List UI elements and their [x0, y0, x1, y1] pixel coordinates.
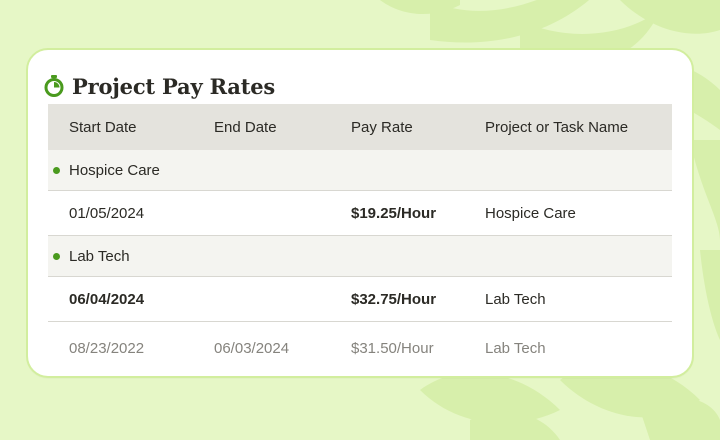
group-bullet-icon: [53, 166, 60, 174]
table-row[interactable]: 08/23/2022 06/03/2024 $31.50/Hour Lab Te…: [48, 322, 672, 374]
table-row[interactable]: 06/04/2024 $32.75/Hour Lab Tech: [48, 277, 672, 322]
project-name-cell: Lab Tech: [485, 339, 546, 357]
group-row-hospice-care[interactable]: Hospice Care: [48, 150, 672, 191]
start-date-cell: 08/23/2022: [69, 339, 145, 357]
project-name-cell: Hospice Care: [485, 204, 576, 222]
pay-rates-card: Project Pay Rates Start Date End Date Pa…: [26, 48, 694, 378]
group-label: Lab Tech: [69, 247, 130, 265]
stopwatch-icon: [44, 75, 64, 97]
card-header: Project Pay Rates: [44, 72, 275, 100]
card-title: Project Pay Rates: [72, 73, 275, 99]
pay-rate-cell: $19.25/Hour: [351, 204, 437, 222]
pay-rates-table: Start Date End Date Pay Rate Project or …: [48, 104, 672, 374]
project-name-cell: Lab Tech: [485, 290, 546, 308]
start-date-cell: 01/05/2024: [69, 204, 145, 222]
group-bullet-icon: [53, 252, 60, 260]
pay-rate-cell: $31.50/Hour: [351, 339, 434, 357]
column-header-start-date[interactable]: Start Date: [69, 119, 137, 136]
group-row-lab-tech[interactable]: Lab Tech: [48, 236, 672, 277]
end-date-cell: 06/03/2024: [214, 339, 290, 357]
table-header-row: Start Date End Date Pay Rate Project or …: [48, 104, 672, 150]
column-header-project-name[interactable]: Project or Task Name: [485, 119, 628, 136]
start-date-cell: 06/04/2024: [69, 290, 145, 308]
pay-rate-cell: $32.75/Hour: [351, 290, 437, 308]
table-row[interactable]: 01/05/2024 $19.25/Hour Hospice Care: [48, 191, 672, 236]
column-header-pay-rate[interactable]: Pay Rate: [351, 119, 413, 136]
column-header-end-date[interactable]: End Date: [214, 119, 277, 136]
group-label: Hospice Care: [69, 161, 160, 179]
